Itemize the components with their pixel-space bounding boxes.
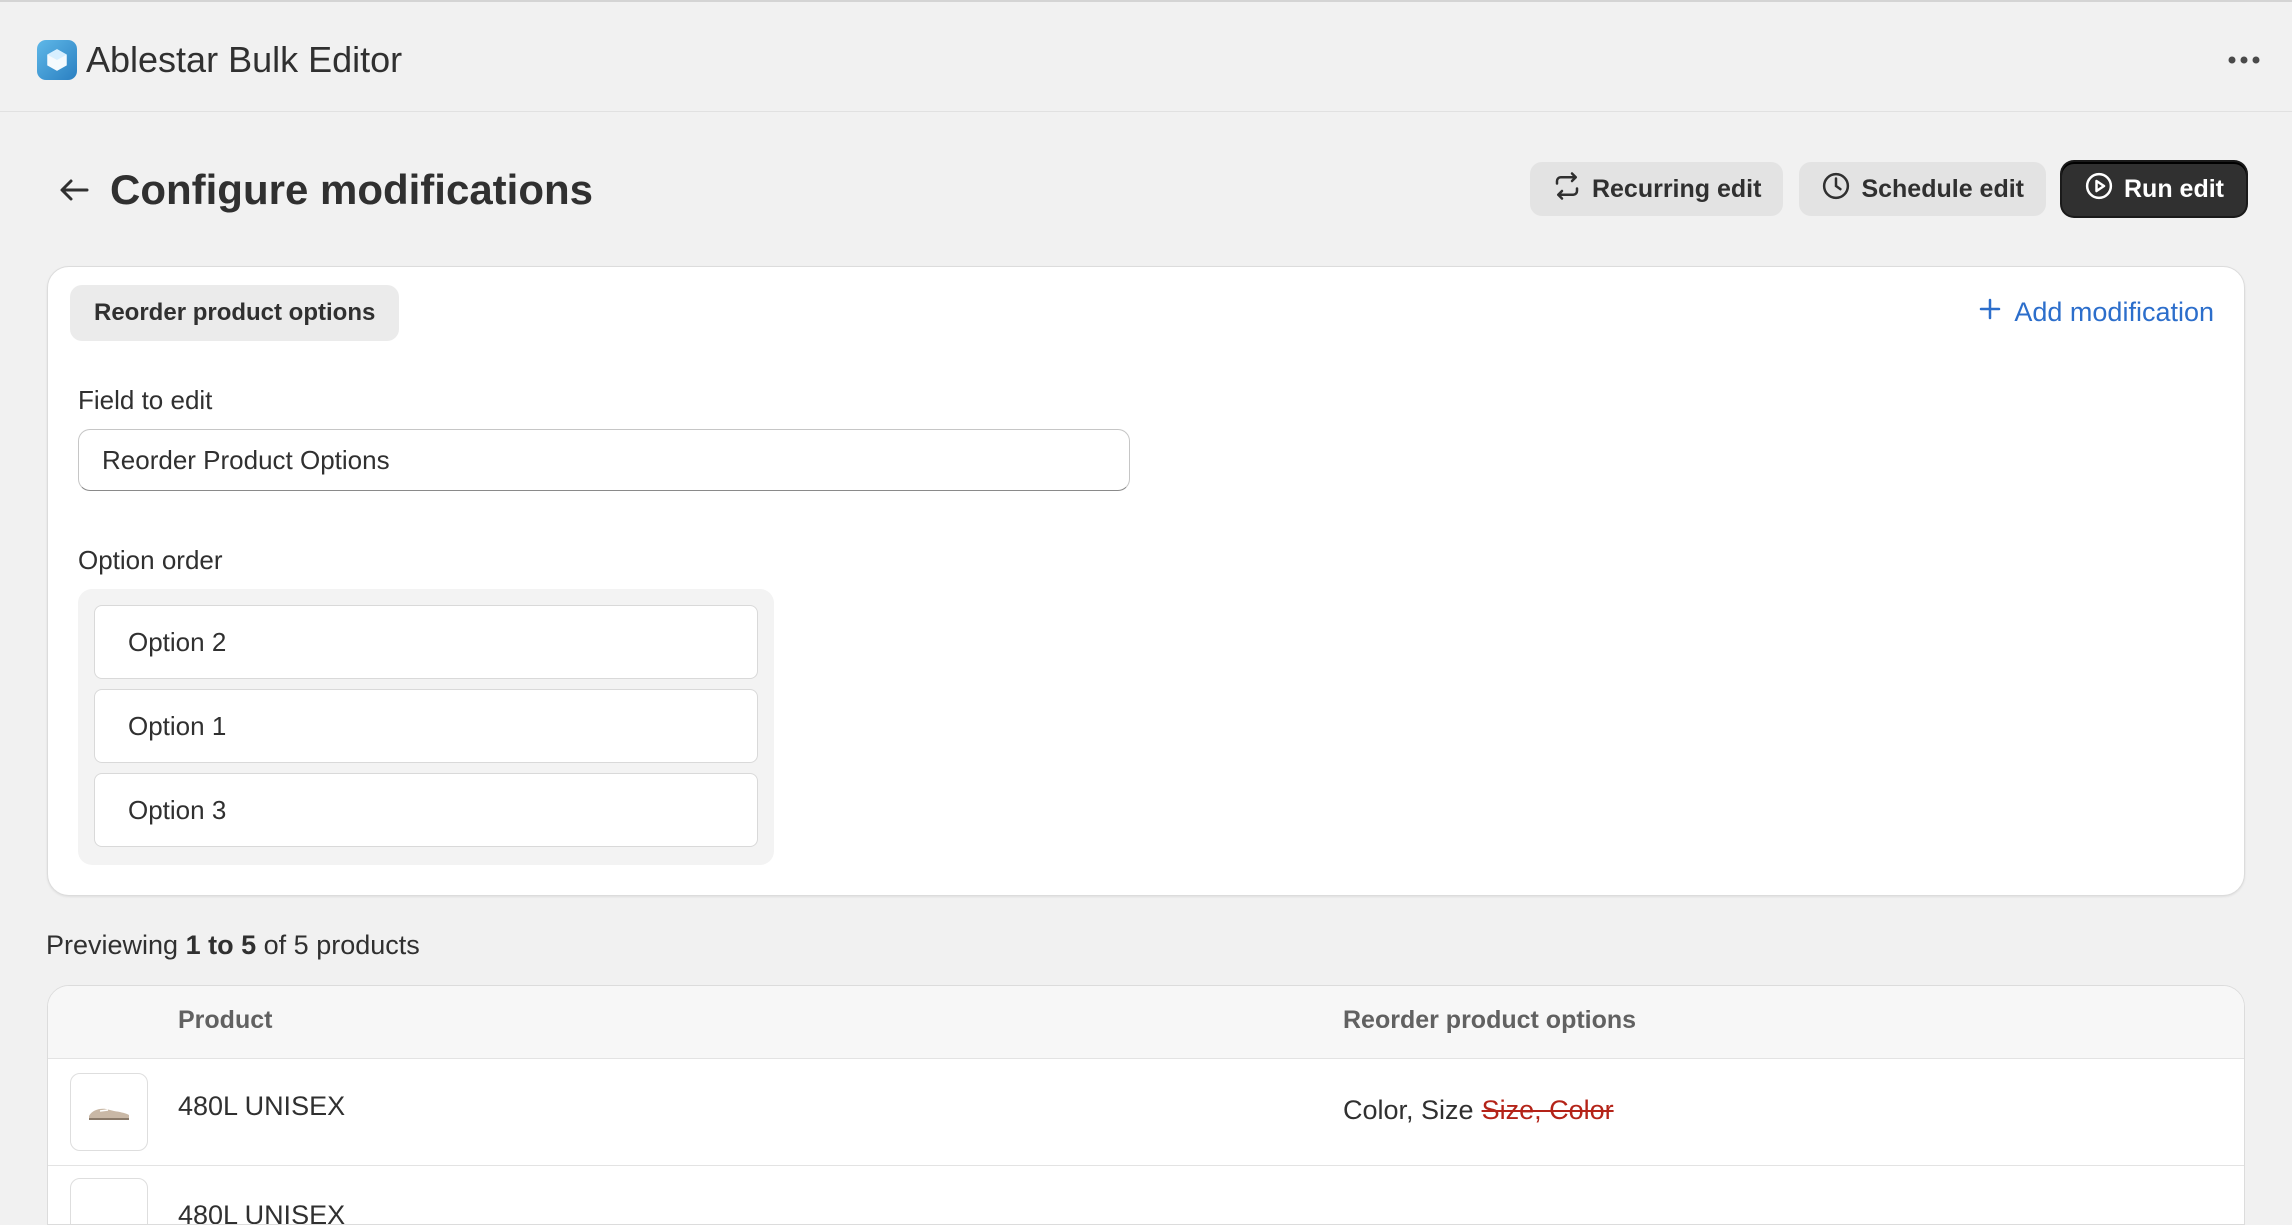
preview-range: 1 to 5 [185, 930, 257, 960]
play-circle-icon [2084, 171, 2114, 208]
column-header-reorder: Reorder product options [1343, 1006, 1637, 1034]
schedule-edit-label: Schedule edit [1861, 174, 2024, 203]
run-edit-button[interactable]: Run edit [2062, 162, 2246, 216]
preview-middle: of [263, 930, 287, 960]
run-edit-label: Run edit [2124, 174, 2224, 203]
plus-icon [1978, 297, 2002, 328]
recurring-edit-button[interactable]: Recurring edit [1529, 162, 1784, 216]
modification-card: Reorder product options Add modification… [47, 266, 2245, 896]
field-to-edit-value: Reorder Product Options [102, 444, 390, 475]
more-horizontal-icon[interactable] [2220, 40, 2268, 80]
product-thumbnail [70, 1178, 148, 1224]
app-title: Ablestar Bulk Editor [86, 39, 403, 80]
field-to-edit-select[interactable]: Reorder Product Options [78, 429, 1130, 491]
page-title: Configure modifications [110, 166, 593, 213]
modification-tab[interactable]: Reorder product options [70, 285, 400, 341]
reorder-cell: Color, Size Size, Color [1343, 1095, 1614, 1126]
table-row[interactable]: 480L UNISEX [48, 1166, 2244, 1225]
schedule-edit-button[interactable]: Schedule edit [1799, 162, 2046, 216]
table-header: Product Reorder product options [48, 986, 2244, 1059]
preview-suffix: 5 products [293, 930, 420, 960]
repeat-icon [1552, 171, 1582, 208]
option-order-list: Option 2 Option 1 Option 3 [78, 589, 774, 865]
shoe-icon [89, 1108, 129, 1120]
column-header-product: Product [178, 1006, 273, 1034]
recurring-edit-label: Recurring edit [1591, 174, 1762, 203]
add-modification-button[interactable]: Add modification [1978, 297, 2214, 328]
preview-prefix: Previewing [46, 930, 179, 960]
field-to-edit-label: Field to edit [78, 385, 213, 415]
product-thumbnail [70, 1073, 148, 1151]
page-actions: Recurring edit Schedule edit Run edit [1529, 162, 2246, 216]
option-item[interactable]: Option 3 [94, 773, 758, 847]
clock-icon [1821, 171, 1851, 208]
product-name: 480L UNISEX [178, 1200, 346, 1225]
option-item[interactable]: Option 1 [94, 689, 758, 763]
cube-icon [37, 40, 77, 80]
table-row[interactable]: 480L UNISEX Color, Size Size, Color [48, 1059, 2244, 1166]
arrow-left-icon[interactable] [52, 168, 96, 212]
preview-table: Product Reorder product options 480L UNI… [47, 985, 2245, 1225]
app-header: Ablestar Bulk Editor [0, 2, 2292, 112]
add-modification-label: Add modification [2014, 297, 2214, 327]
new-option-order: Color, Size [1343, 1095, 1474, 1125]
product-name: 480L UNISEX [178, 1091, 346, 1121]
option-order-label: Option order [78, 545, 223, 575]
old-option-order: Size, Color [1481, 1095, 1614, 1125]
option-item[interactable]: Option 2 [94, 605, 758, 679]
preview-summary: Previewing 1 to 5 of 5 products [46, 930, 420, 961]
